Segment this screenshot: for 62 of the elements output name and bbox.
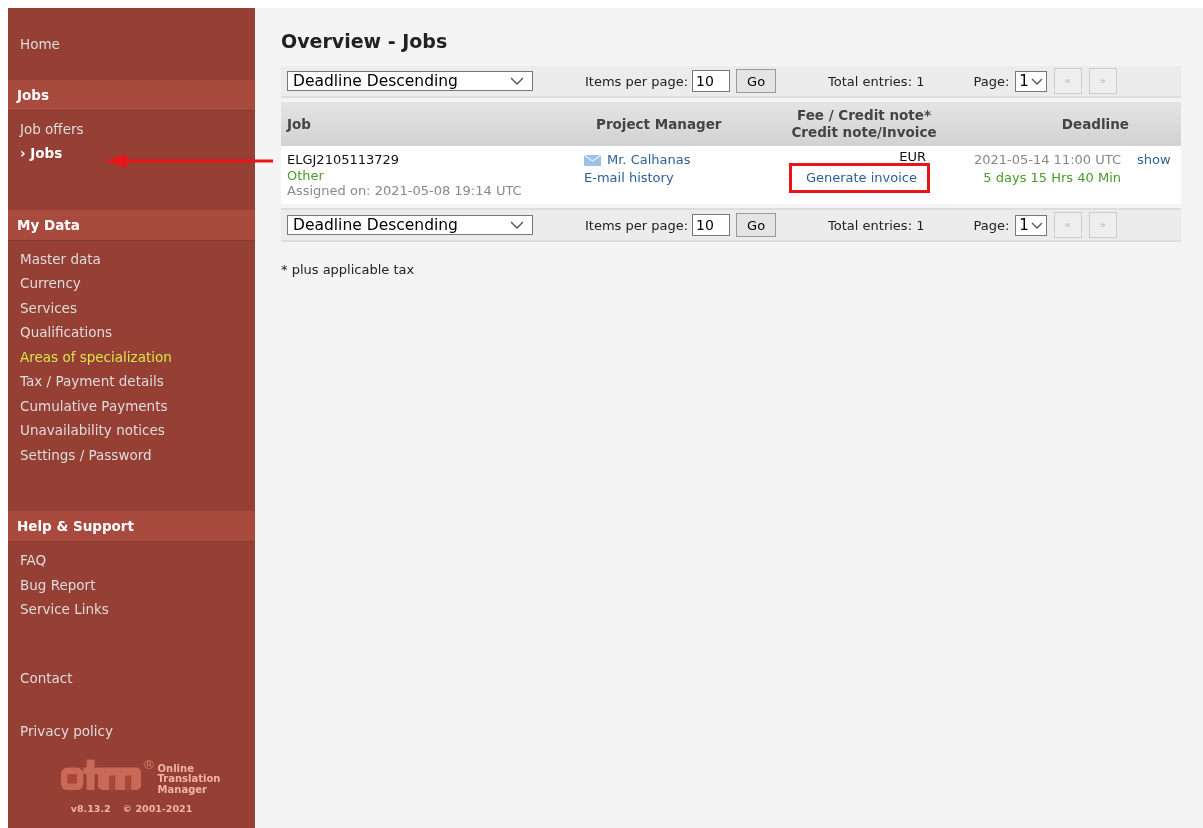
footnote: * plus applicable tax — [281, 262, 416, 277]
page-label: Page: — [973, 73, 1010, 89]
currency-text: EUR — [899, 151, 926, 163]
email-history-link[interactable]: E-mail history — [584, 169, 674, 187]
sidebar-section-header: Help & Support — [8, 511, 255, 542]
sidebar-item[interactable]: Services — [20, 295, 77, 320]
sidebar-item[interactable]: Areas of specialization — [20, 344, 172, 369]
chevron-down-icon — [510, 77, 524, 85]
items-per-page-field[interactable]: 10 — [692, 214, 731, 236]
sidebar-item[interactable]: Cumulative Payments — [20, 393, 168, 418]
sidebar-item[interactable]: Service Links — [20, 597, 109, 622]
chevron-down-icon — [1030, 221, 1043, 229]
chevron-down-icon — [510, 221, 524, 229]
sort-dropdown[interactable]: Deadline Descending — [287, 71, 533, 91]
total-entries-text: Total entries: 1 — [828, 73, 925, 89]
items-per-page-label: Items per page: — [585, 217, 689, 233]
show-link[interactable]: show — [1137, 151, 1171, 169]
chevron-down-icon — [1030, 77, 1043, 85]
total-entries-text: Total entries: 1 — [828, 217, 925, 233]
page-dropdown[interactable]: 1 — [1015, 70, 1047, 92]
sidebar-item[interactable]: Job offers — [20, 116, 84, 141]
logo-text: Manager — [157, 784, 208, 795]
deadline-date: 2021-05-14 11:00 UTC — [973, 151, 1121, 169]
sidebar-item[interactable]: Tax / Payment details — [20, 369, 164, 394]
sidebar-item[interactable]: Qualifications — [20, 320, 113, 345]
time-remaining: 5 days 15 Hrs 40 Min — [983, 169, 1121, 187]
copyright-text: © 2001-2021 — [122, 803, 193, 814]
items-per-page-field[interactable]: 10 — [692, 70, 731, 92]
items-per-page-label: Items per page: — [585, 73, 689, 89]
sidebar-section-header: My Data — [8, 209, 255, 241]
go-button[interactable]: Go — [736, 69, 777, 93]
column-header: Job — [285, 115, 312, 133]
registered-mark: ® — [142, 757, 156, 771]
generate-invoice-link[interactable]: Generate invoice — [788, 163, 930, 193]
sidebar-item[interactable]: Master data — [20, 246, 101, 271]
sidebar-item[interactable]: Privacy policy — [20, 719, 113, 744]
sidebar-item[interactable]: FAQ — [20, 548, 47, 573]
sidebar-item[interactable]: Settings / Password — [20, 442, 152, 467]
job-category: Other — [287, 169, 325, 182]
sidebar-item[interactable]: Unavailability notices — [20, 418, 165, 443]
logo-text: Online — [157, 763, 195, 774]
sort-dropdown[interactable]: Deadline Descending — [287, 215, 533, 235]
sidebar-item[interactable]: Bug Report — [20, 572, 96, 597]
envelope-icon — [584, 154, 601, 166]
sidebar-item[interactable]: › Jobs — [20, 141, 63, 166]
logo-text: Translation — [157, 774, 221, 785]
column-header: Project Manager — [595, 115, 723, 133]
logo-icon — [60, 757, 141, 790]
page-dropdown[interactable]: 1 — [1015, 214, 1047, 236]
version-text: v8.13.2 — [70, 803, 111, 814]
sidebar-item[interactable]: Contact — [20, 665, 73, 690]
page-label: Page: — [973, 217, 1010, 233]
sidebar-item[interactable]: Home — [20, 32, 60, 57]
assigned-date: Assigned on: 2021-05-08 19:14 UTC — [287, 182, 523, 200]
sidebar-item[interactable]: Currency — [20, 271, 81, 296]
job-id: ELGJ2105113729 — [287, 151, 401, 169]
column-header: Deadline — [1060, 115, 1130, 133]
sidebar-section-header: Jobs — [8, 79, 255, 111]
page-title: Overview - Jobs — [281, 30, 449, 52]
column-header: Fee / Credit note* Credit note/Invoice — [790, 107, 938, 141]
manager-link[interactable]: Mr. Calhanas — [584, 151, 691, 169]
go-button[interactable]: Go — [736, 213, 777, 237]
